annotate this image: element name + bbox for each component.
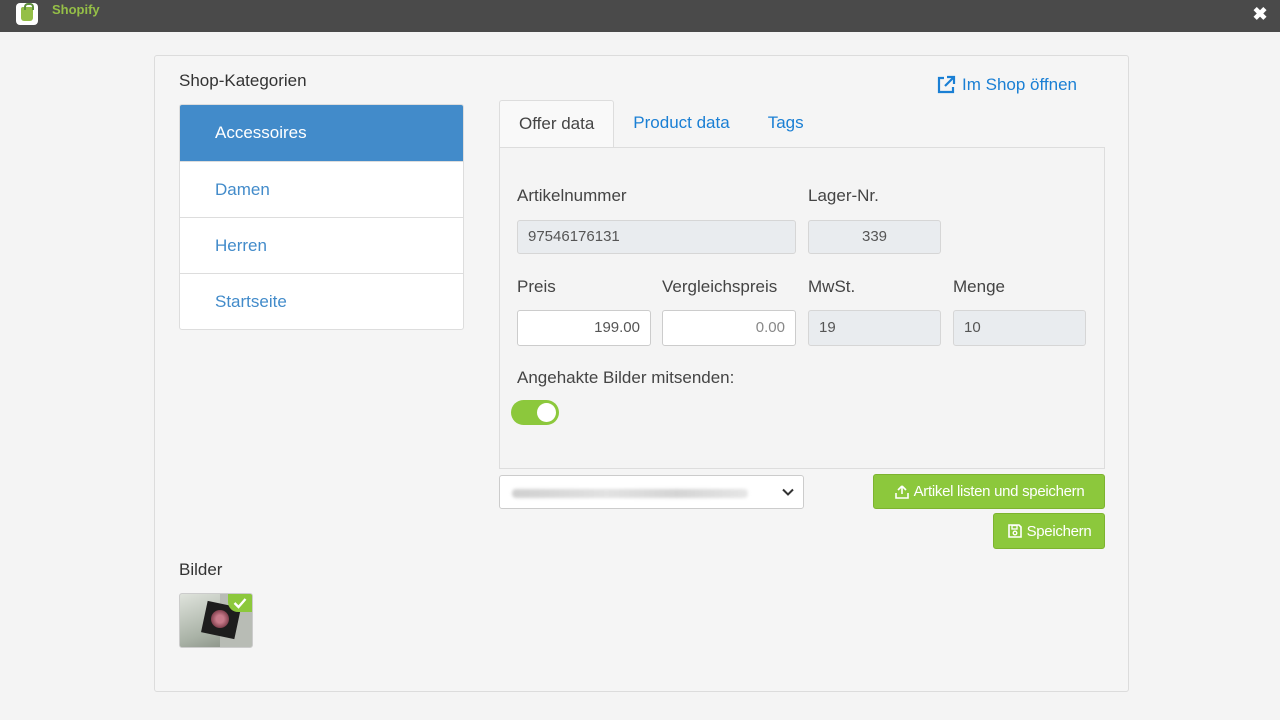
- open-in-shop-link[interactable]: Im Shop öffnen: [936, 75, 1077, 95]
- list-and-save-label: Artikel listen und speichern: [913, 483, 1085, 500]
- save-label: Speichern: [1026, 522, 1092, 540]
- send-images-toggle[interactable]: [511, 400, 559, 425]
- floppy-disk-icon: [1007, 524, 1022, 538]
- product-image-thumbnail[interactable]: [179, 593, 253, 648]
- tab-tags[interactable]: Tags: [749, 100, 823, 148]
- tab-offer-data[interactable]: Offer data: [499, 100, 615, 148]
- images-heading: Bilder: [179, 560, 223, 579]
- vergleichspreis-field[interactable]: 0.00: [662, 310, 796, 346]
- checkmark-icon[interactable]: [228, 594, 252, 612]
- save-button[interactable]: Speichern: [993, 513, 1105, 549]
- chevron-down-icon: [782, 488, 794, 496]
- categories-heading: Shop-Kategorien: [179, 71, 307, 90]
- vergleichspreis-label: Vergleichspreis: [662, 277, 778, 296]
- external-link-icon: [937, 75, 956, 94]
- mwst-label: MwSt.: [808, 277, 856, 296]
- category-list: Accessoires Damen Herren Startseite: [179, 104, 464, 330]
- lager-nr-field[interactable]: 339: [808, 220, 941, 254]
- shop-url-select[interactable]: [499, 475, 804, 509]
- open-in-shop-label: Im Shop öffnen: [962, 75, 1077, 94]
- category-item-startseite[interactable]: Startseite: [180, 273, 463, 329]
- menge-label: Menge: [953, 277, 1005, 296]
- mwst-field[interactable]: 19: [808, 310, 941, 346]
- category-item-damen[interactable]: Damen: [180, 161, 463, 217]
- artikelnummer-label: Artikelnummer: [517, 186, 627, 205]
- close-icon[interactable]: ✖: [1250, 4, 1270, 24]
- send-images-label: Angehakte Bilder mitsenden:: [517, 368, 735, 387]
- shopify-bag-icon: [16, 3, 38, 25]
- preis-label: Preis: [517, 277, 556, 296]
- tab-product-data[interactable]: Product data: [614, 100, 748, 148]
- artikelnummer-field[interactable]: 97546176131: [517, 220, 796, 254]
- upload-icon: [894, 484, 909, 499]
- list-and-save-button[interactable]: Artikel listen und speichern: [873, 474, 1105, 509]
- lager-nr-label: Lager-Nr.: [808, 186, 879, 205]
- category-item-accessoires[interactable]: Accessoires: [180, 105, 463, 161]
- menge-field[interactable]: 10: [953, 310, 1086, 346]
- preis-field[interactable]: 199.00: [517, 310, 651, 346]
- window-titlebar: Shopify ✖: [0, 0, 1280, 32]
- toggle-knob: [537, 403, 556, 422]
- watch-dial-image: [211, 610, 229, 628]
- category-item-herren[interactable]: Herren: [180, 217, 463, 273]
- blurred-shop-url: [512, 489, 748, 498]
- tab-bar: Offer data Product data Tags: [499, 100, 823, 148]
- window-title: Shopify: [52, 2, 100, 17]
